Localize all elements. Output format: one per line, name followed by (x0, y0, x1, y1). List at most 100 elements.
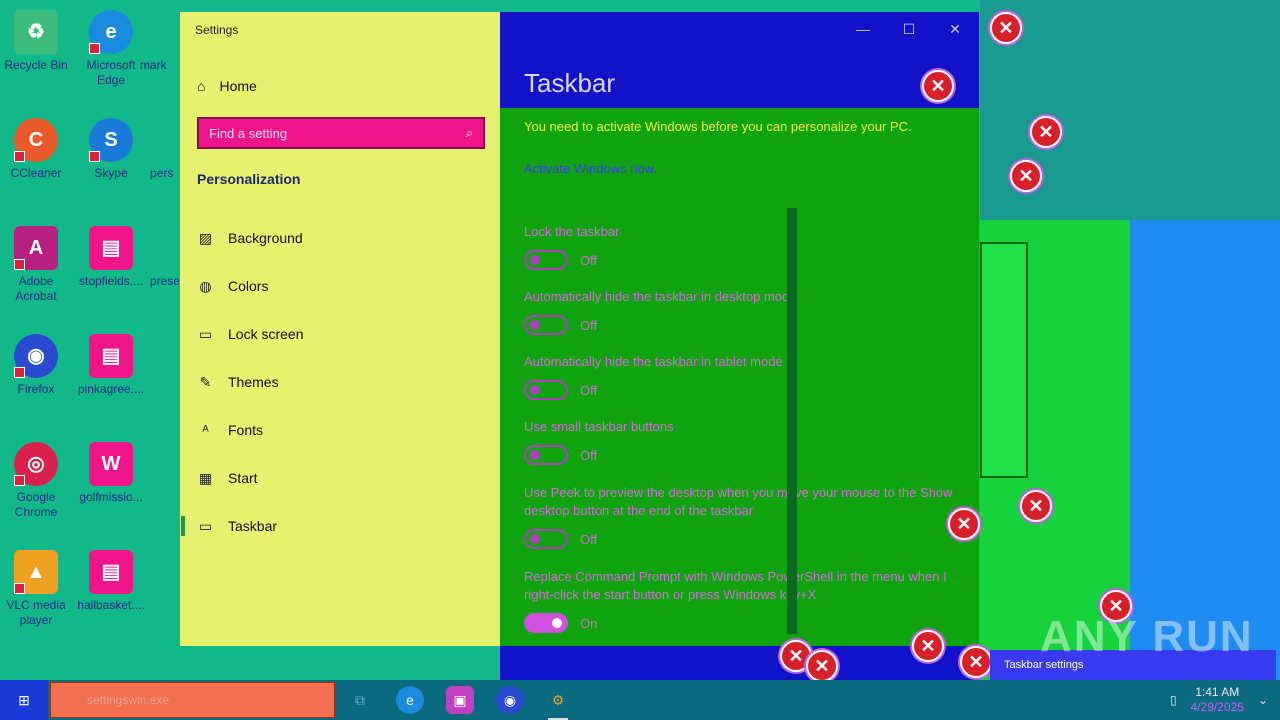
option-autohide-desktop: Automatically hide the taskbar in deskto… (524, 288, 954, 335)
desktop-icon-label: Adobe Acrobat (15, 274, 57, 303)
chevron-down-icon[interactable]: ⌄ (1258, 693, 1268, 707)
desktop-icon-golfmissio[interactable]: W golfmissio... (75, 442, 147, 505)
edge-icon[interactable]: e (396, 686, 424, 714)
firefox-icon[interactable]: ◉ (496, 686, 524, 714)
search-icon[interactable]: ⌕ (466, 125, 473, 141)
word-document-icon: W (89, 442, 133, 486)
desktop-icon-edge[interactable]: e Microsoft Edge (75, 10, 147, 88)
settings-window: Settings ⌂ Home ⌕ Personalization ▨ Back… (179, 12, 979, 680)
edge-icon: e (89, 10, 133, 54)
recycle-bin-icon: ♻ (14, 10, 58, 54)
error-icon: ✕ (806, 650, 838, 682)
error-icon: ✕ (960, 646, 992, 678)
toggle-state: On (580, 615, 598, 631)
desktop-wallpaper (980, 0, 1280, 680)
desktop-icon-label: stopfields.... (78, 274, 144, 288)
acrobat-icon: A (14, 226, 58, 270)
option-lock-taskbar: Lock the taskbar Off (524, 223, 954, 270)
maximize-button[interactable]: ☐ (886, 18, 932, 40)
wallpaper-window-pane (980, 242, 1028, 478)
toggle-state: Off (580, 252, 598, 268)
close-button[interactable]: ✕ (932, 18, 978, 40)
toggle-state: Off (580, 317, 598, 333)
toggle-state: Off (580, 531, 598, 547)
toggle-switch[interactable] (524, 380, 568, 400)
ccleaner-icon: C (14, 118, 58, 162)
desktop-icon-label: Firefox (17, 382, 55, 396)
lock-screen-icon: ▭ (198, 325, 213, 342)
settings-content: — ☐ ✕ Taskbar You need to activate Windo… (500, 12, 979, 680)
nav-item-taskbar[interactable]: ▭ Taskbar (180, 502, 501, 550)
desktop-icon-label: Google Chrome (14, 490, 58, 519)
desktop-icon-label-partial: mark (140, 58, 167, 72)
clock-time: 1:41 AM (1195, 685, 1240, 699)
toggle-knob (530, 255, 540, 265)
desktop-icon-stopfields[interactable]: ▤ stopfields.... (75, 226, 147, 289)
nav-item-label: Themes (228, 374, 279, 390)
toggle-switch[interactable] (524, 250, 568, 270)
toggle-switch[interactable] (524, 529, 568, 549)
nav-item-start[interactable]: ▦ Start (180, 454, 501, 502)
home-icon: ⌂ (197, 78, 206, 94)
nav-item-lock-screen[interactable]: ▭ Lock screen (180, 310, 501, 358)
nav-item-colors[interactable]: ◍ Colors (180, 262, 501, 310)
fonts-icon: ᴬ (202, 422, 209, 438)
settings-search-input[interactable] (209, 125, 466, 141)
skype-icon: S (89, 118, 133, 162)
desktop-icon-label: Recycle Bin (4, 58, 68, 72)
desktop-icon-label: golfmissio... (79, 490, 143, 504)
nav-item-label: Start (228, 470, 258, 486)
desktop-icon-chrome[interactable]: ◎ Google Chrome (0, 442, 72, 520)
store-icon[interactable]: ▣ (446, 686, 474, 714)
toggle-knob (530, 534, 540, 544)
palette-icon: ◍ (199, 277, 212, 294)
clock[interactable]: 1:41 AM 4/29/2025 (1191, 685, 1244, 715)
toggle-switch[interactable] (524, 315, 568, 335)
desktop-icon-firefox[interactable]: ◉ Firefox (0, 334, 72, 397)
option-peek: Use Peek to preview the desktop when you… (524, 484, 954, 549)
task-view-icon[interactable]: ⧉ (346, 686, 374, 714)
desktop-icon-pinkagree[interactable]: ▤ pinkagree.... (75, 334, 147, 397)
desktop-icon-label: VLC media player (6, 598, 66, 627)
taskbar: ⊞ ⧉ e ▣ ◉ ⚙ ▯ 1:41 AM 4/29/2025 ⌄ (0, 680, 1280, 720)
desktop-icon-acrobat[interactable]: A Adobe Acrobat (0, 226, 72, 304)
option-autohide-tablet: Automatically hide the taskbar in tablet… (524, 353, 954, 400)
desktop-icon-ccleaner[interactable]: C CCleaner (0, 118, 72, 181)
option-label: Automatically hide the taskbar in tablet… (524, 354, 783, 369)
option-label: Replace Command Prompt with Windows Powe… (524, 569, 947, 602)
taskbar-search-input[interactable] (87, 693, 334, 707)
toggle-switch[interactable] (524, 613, 568, 633)
wallpaper-blue-block (1130, 220, 1280, 680)
nav-item-background[interactable]: ▨ Background (180, 214, 501, 262)
nav-item-themes[interactable]: ✎ Themes (180, 358, 501, 406)
toggle-state: Off (580, 382, 598, 398)
activation-warning: You need to activate Windows before you … (524, 119, 912, 134)
desktop-icon-hallbasket[interactable]: ▤ hallbasket.... (75, 550, 147, 613)
toggle-knob (530, 450, 540, 460)
content-scrollbar[interactable] (787, 208, 797, 634)
activate-windows-link[interactable]: Activate Windows now. (524, 161, 657, 176)
notification-area-icon[interactable]: ▯ (1170, 693, 1177, 707)
section-heading: Personalization (197, 171, 301, 187)
settings-gear-icon[interactable]: ⚙ (544, 686, 572, 720)
desktop-icon-skype[interactable]: S Skype (75, 118, 147, 181)
system-tray: ▯ 1:41 AM 4/29/2025 ⌄ (1170, 680, 1280, 720)
document-icon: ▤ (89, 334, 133, 378)
error-icon: ✕ (1020, 490, 1052, 522)
nav-item-fonts[interactable]: ᴬ Fonts (180, 406, 501, 454)
toggle-knob (552, 618, 562, 628)
desktop-icon-recycle-bin[interactable]: ♻ Recycle Bin (0, 10, 72, 73)
option-label: Lock the taskbar (524, 224, 620, 239)
start-button[interactable]: ⊞ (0, 680, 48, 720)
nav-item-label: Background (228, 230, 303, 246)
minimize-button[interactable]: — (840, 18, 886, 40)
taskbar-icon: ▭ (198, 517, 213, 534)
nav-home[interactable]: ⌂ Home (197, 78, 257, 94)
toggle-switch[interactable] (524, 445, 568, 465)
toggle-knob (530, 385, 540, 395)
settings-search-box[interactable]: ⌕ (197, 117, 485, 149)
nav-home-label: Home (219, 78, 257, 94)
taskbar-search-box[interactable] (50, 682, 335, 718)
anyrun-watermark: ANY RUN (1040, 612, 1254, 661)
desktop-icon-vlc[interactable]: ▲ VLC media player (0, 550, 72, 628)
